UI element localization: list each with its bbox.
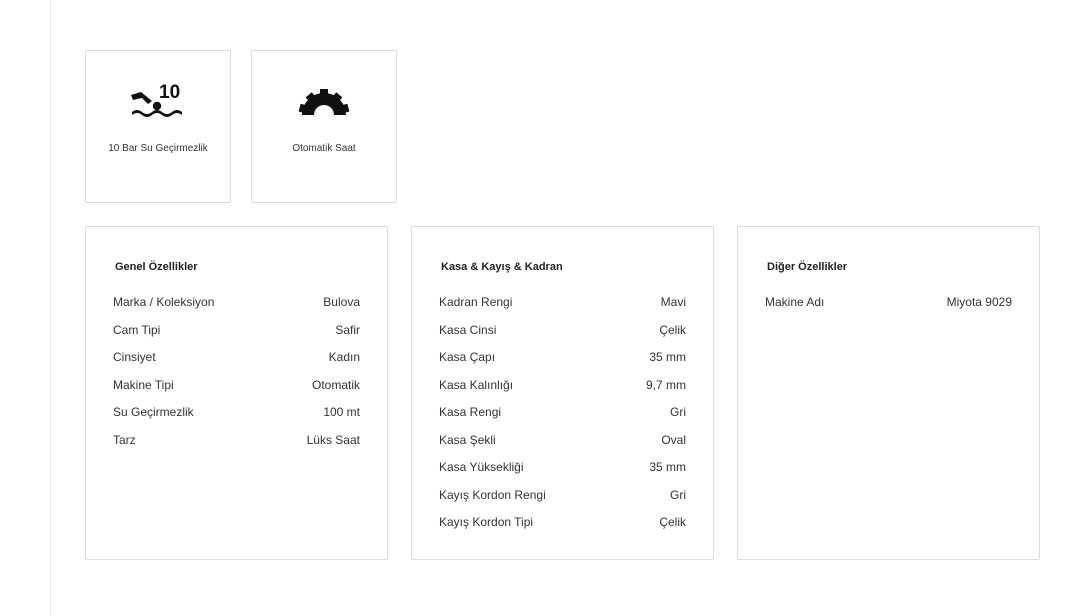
spec-list: Makine Adı Miyota 9029 — [765, 294, 1012, 322]
spec-key: Kasa Çapı — [439, 350, 496, 364]
spec-key: Kayış Kordon Tipi — [439, 515, 534, 529]
spec-row: Tarz Lüks Saat — [113, 432, 360, 460]
spec-row: Kasa Yüksekliği 35 mm — [439, 459, 686, 487]
spec-key: Kasa Cinsi — [439, 322, 497, 337]
spec-list: Kadran Rengi Mavi Kasa Cinsi Çelik Kasa Ça… — [439, 294, 686, 542]
spec-value: Lüks Saat — [306, 432, 360, 447]
spec-row: Kayış Kordon Rengi Gri — [439, 487, 686, 515]
spec-value: 100 mt — [323, 405, 360, 419]
spec-row: Kasa Cinsi Çelik — [439, 322, 686, 350]
spec-row: Kasa Kalınlığı 9,7 mm — [439, 377, 686, 405]
spec-row: Makine Tipi Otomatik — [113, 377, 360, 405]
spec-card-title: Genel Özellikler — [115, 261, 198, 273]
swim-badge-number: 10 — [159, 82, 180, 103]
spec-key: Kasa Kalınlığı — [439, 377, 514, 392]
spec-key: Cinsiyet — [113, 350, 156, 364]
spec-value: Miyota 9029 — [946, 295, 1012, 309]
spec-value: Kadın — [328, 350, 360, 364]
spec-row: Makine Adı Miyota 9029 — [765, 294, 1012, 322]
swim-10-bar-icon: 10 — [128, 81, 188, 125]
spec-row: Cam Tipi Safir — [113, 322, 360, 350]
spec-row: Cinsiyet Kadın — [113, 349, 360, 377]
spec-value: Gri — [670, 487, 686, 502]
spec-card-title: Kasa & Kayış & Kadran — [441, 261, 563, 273]
spec-key: Kasa Yüksekliği — [439, 460, 524, 474]
spec-value: Çelik — [659, 322, 686, 337]
spec-value: Otomatik — [311, 377, 360, 392]
spec-value: 35 mm — [649, 350, 686, 364]
spec-list: Marka / Koleksiyon Bulova Cam Tipi Safir C… — [113, 294, 360, 459]
spec-card-title: Diğer Özellikler — [767, 261, 848, 273]
left-divider — [50, 0, 51, 616]
spec-key: Marka / Koleksiyon — [113, 295, 215, 309]
spec-row: Kasa Rengi Gri — [439, 404, 686, 432]
spec-value: Çelik — [659, 515, 686, 529]
spec-row: Kadran Rengi Mavi — [439, 294, 686, 322]
feature-card-water-resistance[interactable]: 10 10 Bar Su Geçirmezlik — [85, 50, 231, 203]
spec-key: Kadran Rengi — [439, 295, 513, 309]
spec-value: 9,7 mm — [645, 377, 686, 392]
product-specs-page: 10 10 Bar Su Geçirmezlik Otomatik Saat G… — [0, 0, 1083, 616]
spec-card-general: Genel Özellikler Marka / Koleksiyon Bulov… — [85, 226, 388, 560]
spec-row: Su Geçirmezlik 100 mt — [113, 404, 360, 432]
feature-label-automatic: Otomatik Saat — [292, 143, 356, 154]
spec-value: 35 mm — [649, 460, 686, 474]
spec-row: Marka / Koleksiyon Bulova — [113, 294, 360, 322]
gear-icon — [294, 81, 354, 125]
spec-key: Kayış Kordon Rengi — [439, 487, 546, 502]
spec-key: Tarz — [113, 432, 136, 447]
spec-key: Makine Tipi — [113, 377, 174, 392]
spec-key: Su Geçirmezlik — [113, 405, 194, 419]
feature-label-water-resistance: 10 Bar Su Geçirmezlik — [108, 143, 208, 154]
spec-row: Kasa Şekli Oval — [439, 432, 686, 460]
spec-value: Oval — [661, 432, 686, 447]
spec-row: Kasa Çapı 35 mm — [439, 349, 686, 377]
spec-key: Kasa Rengi — [439, 405, 502, 419]
spec-value: Bulova — [323, 295, 360, 309]
spec-value: Safir — [335, 322, 360, 337]
spec-row: Kayış Kordon Tipi Çelik — [439, 514, 686, 542]
spec-card-case-strap-dial: Kasa & Kayış & Kadran Kadran Rengi Mavi K… — [411, 226, 714, 560]
spec-card-other: Diğer Özellikler Makine Adı Miyota 9029 — [737, 226, 1040, 560]
spec-key: Cam Tipi — [113, 322, 161, 337]
spec-value: Gri — [670, 405, 686, 419]
spec-value: Mavi — [660, 295, 686, 309]
spec-key: Kasa Şekli — [439, 432, 496, 447]
feature-card-automatic[interactable]: Otomatik Saat — [251, 50, 397, 203]
spec-cards: Genel Özellikler Marka / Koleksiyon Bulov… — [85, 226, 1040, 560]
feature-badges: 10 10 Bar Su Geçirmezlik Otomatik Saat — [85, 50, 397, 203]
spec-key: Makine Adı — [765, 295, 825, 309]
